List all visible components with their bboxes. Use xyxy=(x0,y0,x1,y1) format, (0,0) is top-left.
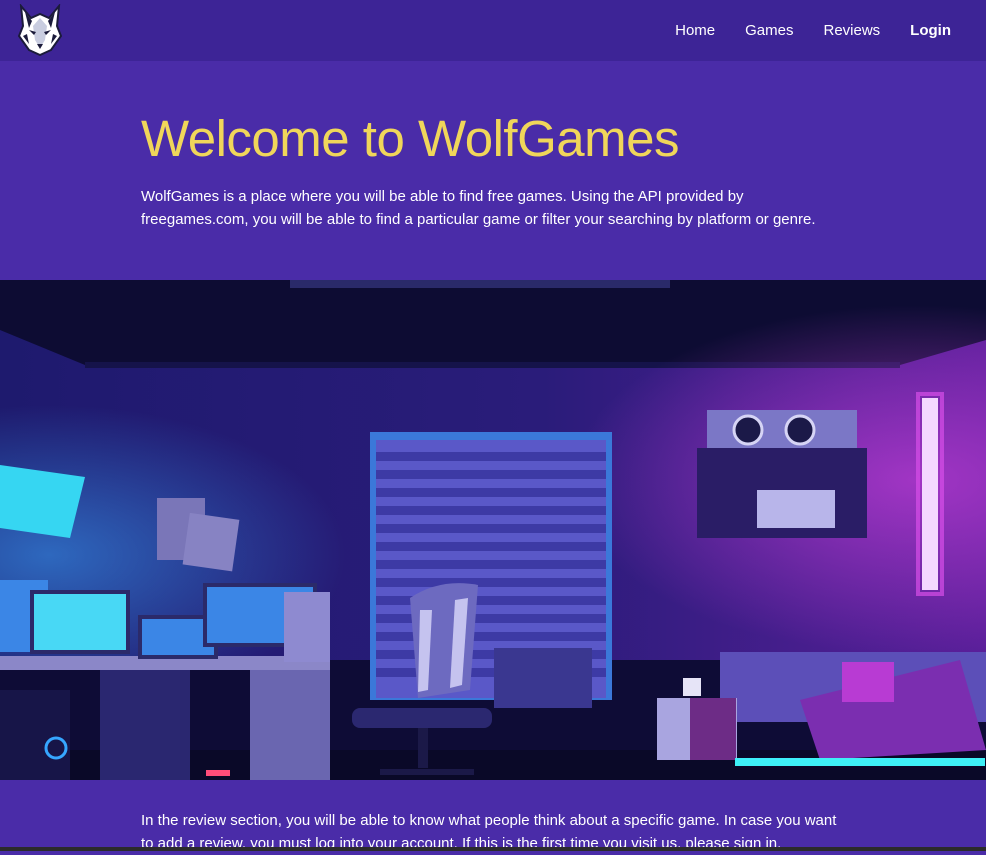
bottom-bar xyxy=(0,847,986,851)
hero-section: Welcome to WolfGames WolfGames is a plac… xyxy=(0,61,986,280)
hero-description: WolfGames is a place where you will be a… xyxy=(141,188,816,228)
page-title: Welcome to WolfGames xyxy=(141,110,679,167)
nav-games-link[interactable]: Games xyxy=(745,22,793,39)
gaming-room-image xyxy=(0,280,986,780)
nav-reviews-link[interactable]: Reviews xyxy=(823,22,880,39)
wolf-logo-icon[interactable] xyxy=(17,4,63,56)
nav-home-link[interactable]: Home xyxy=(675,22,715,39)
nav-login-link[interactable]: Login xyxy=(910,22,951,39)
gaming-room-illustration xyxy=(0,280,986,780)
reviews-section: In the review section, you will be able … xyxy=(0,780,986,852)
nav-links: Home Games Reviews Login xyxy=(645,0,951,61)
navbar: Home Games Reviews Login xyxy=(0,0,986,61)
